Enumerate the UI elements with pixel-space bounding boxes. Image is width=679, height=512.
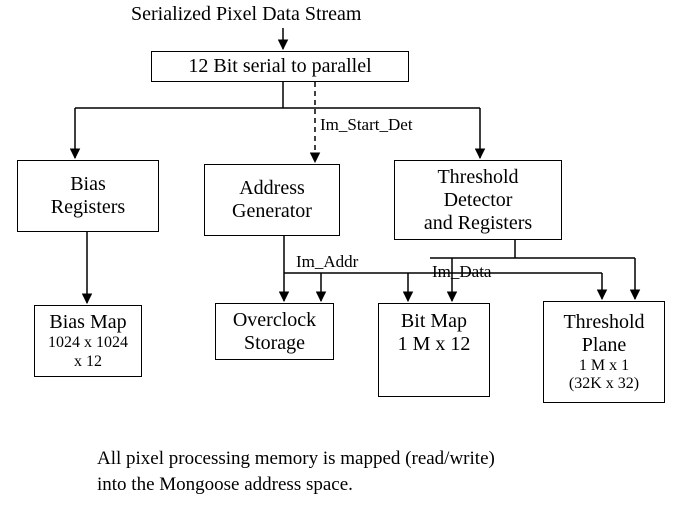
box-address-generator: Address Generator — [204, 164, 340, 236]
text: Generator — [232, 200, 312, 223]
edge-label-im-data: Im_Data — [432, 262, 491, 282]
box-threshold-detector: Threshold Detector and Registers — [394, 160, 562, 240]
text: Bit Map — [401, 310, 467, 333]
box-bias-registers: Bias Registers — [17, 160, 159, 232]
text: Threshold — [563, 311, 644, 334]
top-label: Serialized Pixel Data Stream — [131, 3, 361, 26]
edge-label-im-addr: Im_Addr — [296, 252, 358, 272]
box-overclock-storage: Overclock Storage — [215, 303, 334, 360]
text: Detector — [444, 189, 513, 212]
text: 1024 x 1024 — [48, 334, 128, 352]
text: 12 Bit serial to parallel — [188, 55, 371, 78]
text: and Registers — [424, 212, 532, 235]
box-bias-map: Bias Map 1024 x 1024 x 12 — [34, 305, 142, 377]
text: 1 M x 1 — [579, 357, 629, 375]
text: (32K x 32) — [569, 375, 639, 393]
text: Address — [239, 177, 305, 200]
box-serial-to-parallel: 12 Bit serial to parallel — [151, 51, 409, 82]
text: Threshold — [437, 166, 518, 189]
caption: All pixel processing memory is mapped (r… — [97, 446, 495, 497]
text: Registers — [51, 196, 125, 219]
text: Overclock — [233, 309, 316, 332]
box-bit-map: Bit Map 1 M x 12 — [378, 303, 490, 397]
text: 1 M x 12 — [398, 333, 471, 356]
text: Bias — [70, 173, 106, 196]
text: x 12 — [74, 353, 102, 371]
edge-label-im-start-det: Im_Start_Det — [320, 115, 413, 135]
box-threshold-plane: Threshold Plane 1 M x 1 (32K x 32) — [543, 301, 665, 403]
text: Storage — [244, 332, 305, 355]
text: Plane — [582, 334, 626, 357]
caption-line: All pixel processing memory is mapped (r… — [97, 446, 495, 472]
text: Bias Map — [49, 311, 126, 334]
caption-line: into the Mongoose address space. — [97, 472, 495, 498]
